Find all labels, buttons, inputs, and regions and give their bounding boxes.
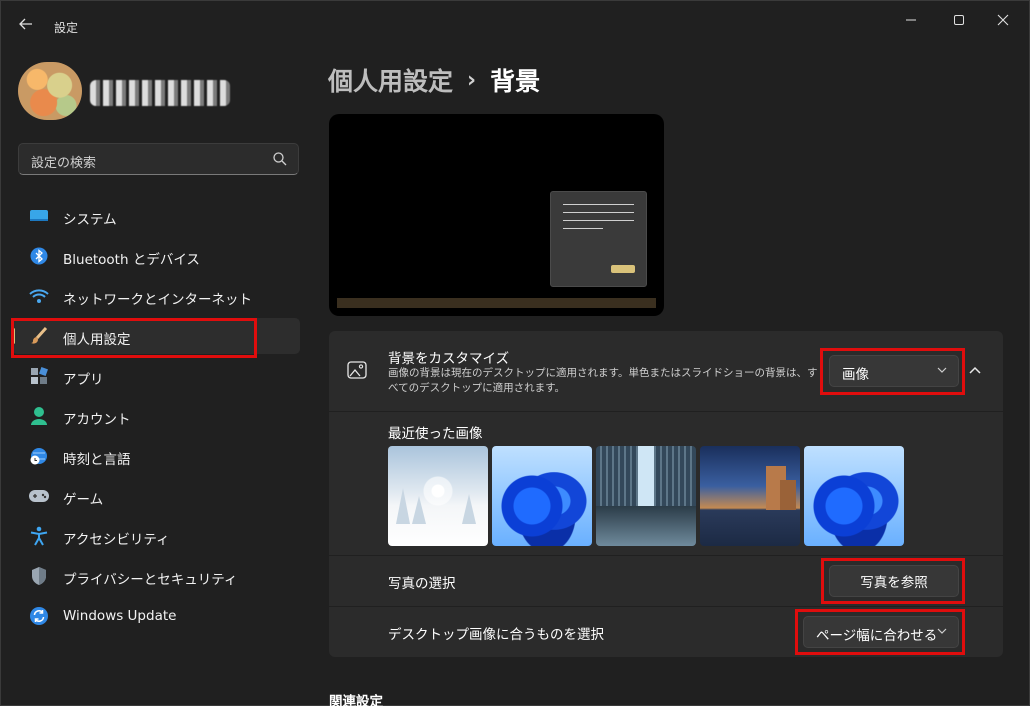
preview-window xyxy=(550,191,647,287)
profile-name-blurred xyxy=(90,80,230,106)
sidebar-item-bluetooth[interactable]: Bluetooth とデバイス xyxy=(12,238,300,274)
maximize-icon xyxy=(954,15,964,25)
apps-icon xyxy=(28,366,50,386)
sidebar-item-label: ゲーム xyxy=(63,492,104,508)
recent-image-thumbnail[interactable] xyxy=(492,446,592,546)
app-title: 設定 xyxy=(54,21,79,35)
gamepad-icon xyxy=(28,486,50,506)
account-icon xyxy=(28,406,50,426)
close-icon xyxy=(997,14,1009,26)
sidebar-item-label: システム xyxy=(63,212,117,228)
sidebar-item-label: アクセシビリティ xyxy=(63,532,170,548)
sidebar-item-label: Windows Update xyxy=(63,608,177,624)
search-placeholder: 設定の検索 xyxy=(31,156,97,171)
highlight-box-personalization xyxy=(11,318,257,358)
recent-image-thumbnail[interactable] xyxy=(388,446,488,546)
bluetooth-icon xyxy=(28,246,50,266)
recent-image-thumbnail[interactable] xyxy=(804,446,904,546)
sidebar-item-accessibility[interactable]: アクセシビリティ xyxy=(12,518,300,554)
time-language-icon xyxy=(28,446,50,466)
breadcrumb-parent[interactable]: 個人用設定 xyxy=(328,62,453,98)
avatar[interactable] xyxy=(18,62,82,120)
sidebar-item-gaming[interactable]: ゲーム xyxy=(12,478,300,514)
related-settings-heading: 関連設定 xyxy=(329,694,383,706)
page-title: 背景 xyxy=(490,67,541,96)
breadcrumb: 個人用設定 › 背景 xyxy=(328,60,540,100)
search-input[interactable]: 設定の検索 xyxy=(18,143,299,175)
highlight-box-fit xyxy=(795,609,965,655)
sidebar-item-system[interactable]: システム xyxy=(12,198,300,234)
shield-icon xyxy=(28,566,50,586)
back-arrow-icon xyxy=(19,18,32,30)
recent-images-label: 最近使った画像 xyxy=(388,426,483,442)
system-icon xyxy=(28,206,50,226)
background-description: 画像の背景は現在のデスクトップに適用されます。単色またはスライドショーの背景は、… xyxy=(388,367,818,394)
recent-image-thumbnail[interactable] xyxy=(700,446,800,546)
sidebar-item-windows-update[interactable]: Windows Update xyxy=(12,598,300,634)
update-icon xyxy=(28,606,50,626)
sidebar-item-accounts[interactable]: アカウント xyxy=(12,398,300,434)
choose-photo-label: 写真の選択 xyxy=(388,576,456,592)
highlight-box-browse xyxy=(821,558,965,604)
preview-taskbar xyxy=(337,298,656,308)
minimize-button[interactable] xyxy=(888,6,934,34)
back-button[interactable] xyxy=(12,12,40,36)
sidebar-item-label: アプリ xyxy=(63,372,104,388)
chevron-up-icon[interactable] xyxy=(968,363,982,377)
recent-images-card: 最近使った画像 xyxy=(329,412,1003,555)
sidebar-item-label: アカウント xyxy=(63,412,131,428)
sidebar-item-network[interactable]: ネットワークとインターネット xyxy=(12,278,300,314)
sidebar-item-time-language[interactable]: 時刻と言語 xyxy=(12,438,300,474)
desktop-preview xyxy=(329,114,664,316)
recent-image-thumbnail[interactable] xyxy=(596,446,696,546)
accessibility-icon xyxy=(28,526,50,546)
minimize-icon xyxy=(906,19,916,21)
title-bar: 設定 xyxy=(0,0,1030,40)
close-button[interactable] xyxy=(980,6,1026,34)
sidebar-item-apps[interactable]: アプリ xyxy=(12,358,300,394)
sidebar-item-label: 時刻と言語 xyxy=(63,452,131,468)
breadcrumb-separator: › xyxy=(467,67,477,93)
sidebar-item-label: Bluetooth とデバイス xyxy=(63,252,200,268)
highlight-box-type xyxy=(820,348,965,395)
wifi-icon xyxy=(28,286,50,306)
search-icon xyxy=(273,152,287,166)
maximize-button[interactable] xyxy=(936,6,982,34)
image-icon xyxy=(347,361,367,379)
background-title: 背景をカスタマイズ xyxy=(388,351,510,367)
sidebar-item-label: ネットワークとインターネット xyxy=(63,292,252,308)
sidebar-item-label: プライバシーとセキュリティ xyxy=(63,572,238,588)
sidebar-nav: システム Bluetooth とデバイス ネットワークとインターネット 個人用設… xyxy=(12,198,300,638)
sidebar-item-privacy[interactable]: プライバシーとセキュリティ xyxy=(12,558,300,594)
fit-label: デスクトップ画像に合うものを選択 xyxy=(388,627,604,643)
